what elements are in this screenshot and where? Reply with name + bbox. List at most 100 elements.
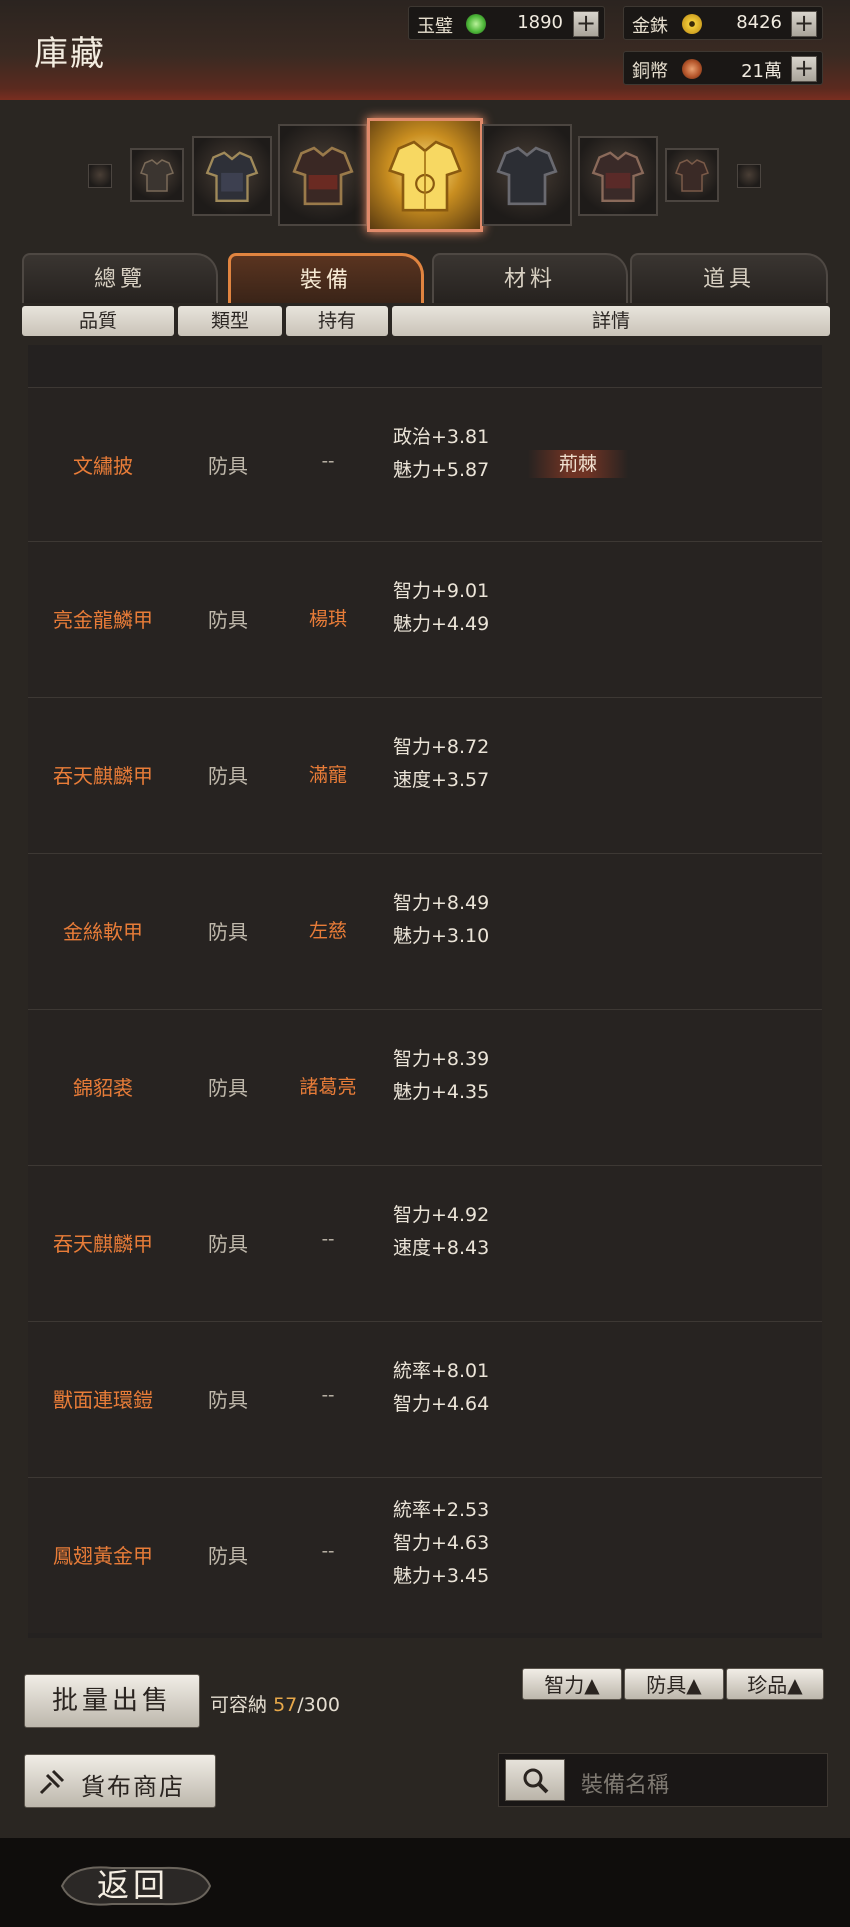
item-stats: 智力+4.92 速度+8.43 — [393, 1199, 489, 1265]
item-stat: 魅力+4.35 — [393, 1081, 490, 1103]
currency-value: 8426 — [736, 12, 782, 33]
item-stat: 政治+3.81 — [393, 426, 490, 448]
item-owner: -- — [321, 1384, 335, 1406]
header: 庫藏 玉璧 1890 + 金銖 8426 + 銅幣 21萬 + — [0, 0, 850, 100]
add-gold-button[interactable]: + — [791, 11, 817, 37]
sort-rarity-button[interactable]: 珍品▲ — [726, 1668, 824, 1700]
table-row[interactable]: 文繡披 防具 -- 政治+3.81 魅力+5.87 荊棘 — [28, 387, 822, 541]
item-name: 鳳翅黃金甲 — [53, 1544, 153, 1568]
currency-value: 1890 — [517, 12, 563, 33]
page-title: 庫藏 — [34, 34, 106, 74]
item-type: 防具 — [208, 1544, 248, 1568]
item-stats: 政治+3.81 魅力+5.87 — [393, 421, 489, 487]
column-header-type[interactable]: 類型 — [178, 306, 282, 336]
item-stat: 統率+8.01 — [393, 1360, 490, 1382]
item-owner: -- — [321, 1540, 335, 1562]
table-row[interactable]: 獸面連環鎧 防具 -- 統率+8.01 智力+4.64 — [28, 1321, 822, 1477]
item-type: 防具 — [208, 1076, 248, 1100]
carousel-slot[interactable] — [88, 164, 112, 188]
currency-name: 金銖 — [632, 16, 668, 37]
item-name: 亮金龍鱗甲 — [53, 608, 153, 632]
item-name: 錦貂裘 — [73, 1076, 133, 1100]
carousel-slot[interactable] — [278, 124, 368, 226]
gold-coin-icon — [682, 14, 702, 34]
table-row[interactable]: 鳳翅黃金甲 防具 -- 統率+2.53 智力+4.63 魅力+3.45 — [28, 1477, 822, 1633]
add-jade-button[interactable]: + — [573, 11, 599, 37]
column-header-details: 詳情 — [392, 306, 830, 336]
search-button[interactable] — [505, 1759, 565, 1801]
column-header-owner[interactable]: 持有 — [286, 306, 388, 336]
shop-feather-icon — [39, 1769, 65, 1795]
table-row[interactable]: 吞天麒麟甲 防具 滿寵 智力+8.72 速度+3.57 — [28, 697, 822, 853]
column-header-quality[interactable]: 品質 — [22, 306, 174, 336]
table-row[interactable]: 亮金龍鱗甲 防具 楊琪 智力+9.01 魅力+4.49 — [28, 541, 822, 697]
currency-copper: 銅幣 21萬 + — [623, 51, 823, 85]
item-special-tag: 荊棘 — [528, 450, 628, 478]
item-stat: 魅力+5.87 — [393, 459, 490, 481]
item-owner: 楊琪 — [308, 608, 347, 630]
add-copper-button[interactable]: + — [791, 56, 817, 82]
tab-overview[interactable]: 總覽 — [22, 253, 218, 303]
sort-armor-button[interactable]: 防具▲ — [624, 1668, 724, 1700]
currency-gold: 金銖 8426 + — [623, 6, 823, 40]
armor-icon — [205, 151, 259, 202]
item-stat: 智力+9.01 — [393, 580, 490, 602]
item-stat: 智力+8.72 — [393, 736, 490, 758]
carousel-slot[interactable] — [737, 164, 761, 188]
armor-icon — [675, 159, 709, 192]
capacity-readout: 可容納 57/300 — [210, 1690, 340, 1717]
armor-icon — [140, 159, 174, 192]
item-owner: 滿寵 — [308, 764, 347, 786]
currency-shop-button[interactable]: 貨布商店 — [24, 1754, 216, 1808]
bulk-sell-button[interactable]: 批量出售 — [24, 1674, 200, 1728]
item-owner: -- — [321, 1228, 335, 1250]
item-stat: 速度+3.57 — [393, 769, 490, 791]
item-stats: 智力+8.49 魅力+3.10 — [393, 887, 489, 953]
item-stats: 統率+8.01 智力+4.64 — [393, 1355, 489, 1421]
tab-items[interactable]: 道具 — [630, 253, 828, 303]
item-owner: 左慈 — [308, 920, 347, 942]
item-stat: 魅力+3.45 — [393, 1565, 490, 1587]
carousel-slot[interactable] — [578, 136, 658, 216]
carousel-slot-selected[interactable] — [367, 118, 483, 232]
item-type: 防具 — [208, 764, 248, 788]
item-name: 吞天麒麟甲 — [53, 1232, 153, 1256]
table-row[interactable]: 金絲軟甲 防具 左慈 智力+8.49 魅力+3.10 — [28, 853, 822, 1009]
golden-robe-icon — [388, 140, 462, 212]
footer-bar: 返回 — [0, 1838, 850, 1927]
table-row[interactable]: 吞天麒麟甲 防具 -- 智力+4.92 速度+8.43 — [28, 1165, 822, 1321]
currency-value: 21萬 — [741, 61, 782, 82]
item-type: 防具 — [208, 1388, 248, 1412]
item-stats: 智力+8.72 速度+3.57 — [393, 731, 489, 797]
carousel-slot[interactable] — [665, 148, 719, 202]
item-stat: 速度+8.43 — [393, 1237, 490, 1259]
item-stats: 統率+2.53 智力+4.63 魅力+3.45 — [393, 1494, 489, 1593]
capacity-total: /300 — [297, 1694, 340, 1716]
item-owner: -- — [321, 450, 335, 472]
item-name: 文繡披 — [73, 454, 133, 478]
currency-name: 玉璧 — [417, 16, 453, 37]
item-stats: 智力+9.01 魅力+4.49 — [393, 575, 489, 641]
carousel-slot[interactable] — [192, 136, 272, 216]
search-field[interactable]: 裝備名稱 — [498, 1753, 828, 1807]
item-name: 金絲軟甲 — [63, 920, 143, 944]
tab-equipment[interactable]: 裝備 — [228, 253, 424, 303]
tab-materials[interactable]: 材料 — [432, 253, 628, 303]
item-type: 防具 — [208, 454, 248, 478]
capacity-label: 可容納 — [210, 1694, 268, 1716]
item-name: 獸面連環鎧 — [53, 1388, 153, 1412]
sort-intelligence-button[interactable]: 智力▲ — [522, 1668, 622, 1700]
table-row[interactable]: 錦貂裘 防具 諸葛亮 智力+8.39 魅力+4.35 — [28, 1009, 822, 1165]
currency-name: 銅幣 — [632, 61, 668, 82]
item-stat: 智力+4.92 — [393, 1204, 490, 1226]
armor-icon — [496, 146, 558, 206]
item-stat: 魅力+4.49 — [393, 613, 490, 635]
item-stat: 智力+8.39 — [393, 1048, 490, 1070]
item-type: 防具 — [208, 920, 248, 944]
column-headers: 品質 類型 持有 詳情 — [22, 306, 830, 336]
carousel-slot[interactable] — [130, 148, 184, 202]
equipment-list[interactable]: 文繡披 防具 -- 政治+3.81 魅力+5.87 荊棘 亮金龍鱗甲 防具 楊琪… — [28, 345, 822, 1638]
equipment-carousel — [0, 112, 850, 237]
carousel-slot[interactable] — [482, 124, 572, 226]
back-button[interactable]: 返回 — [58, 1860, 208, 1910]
